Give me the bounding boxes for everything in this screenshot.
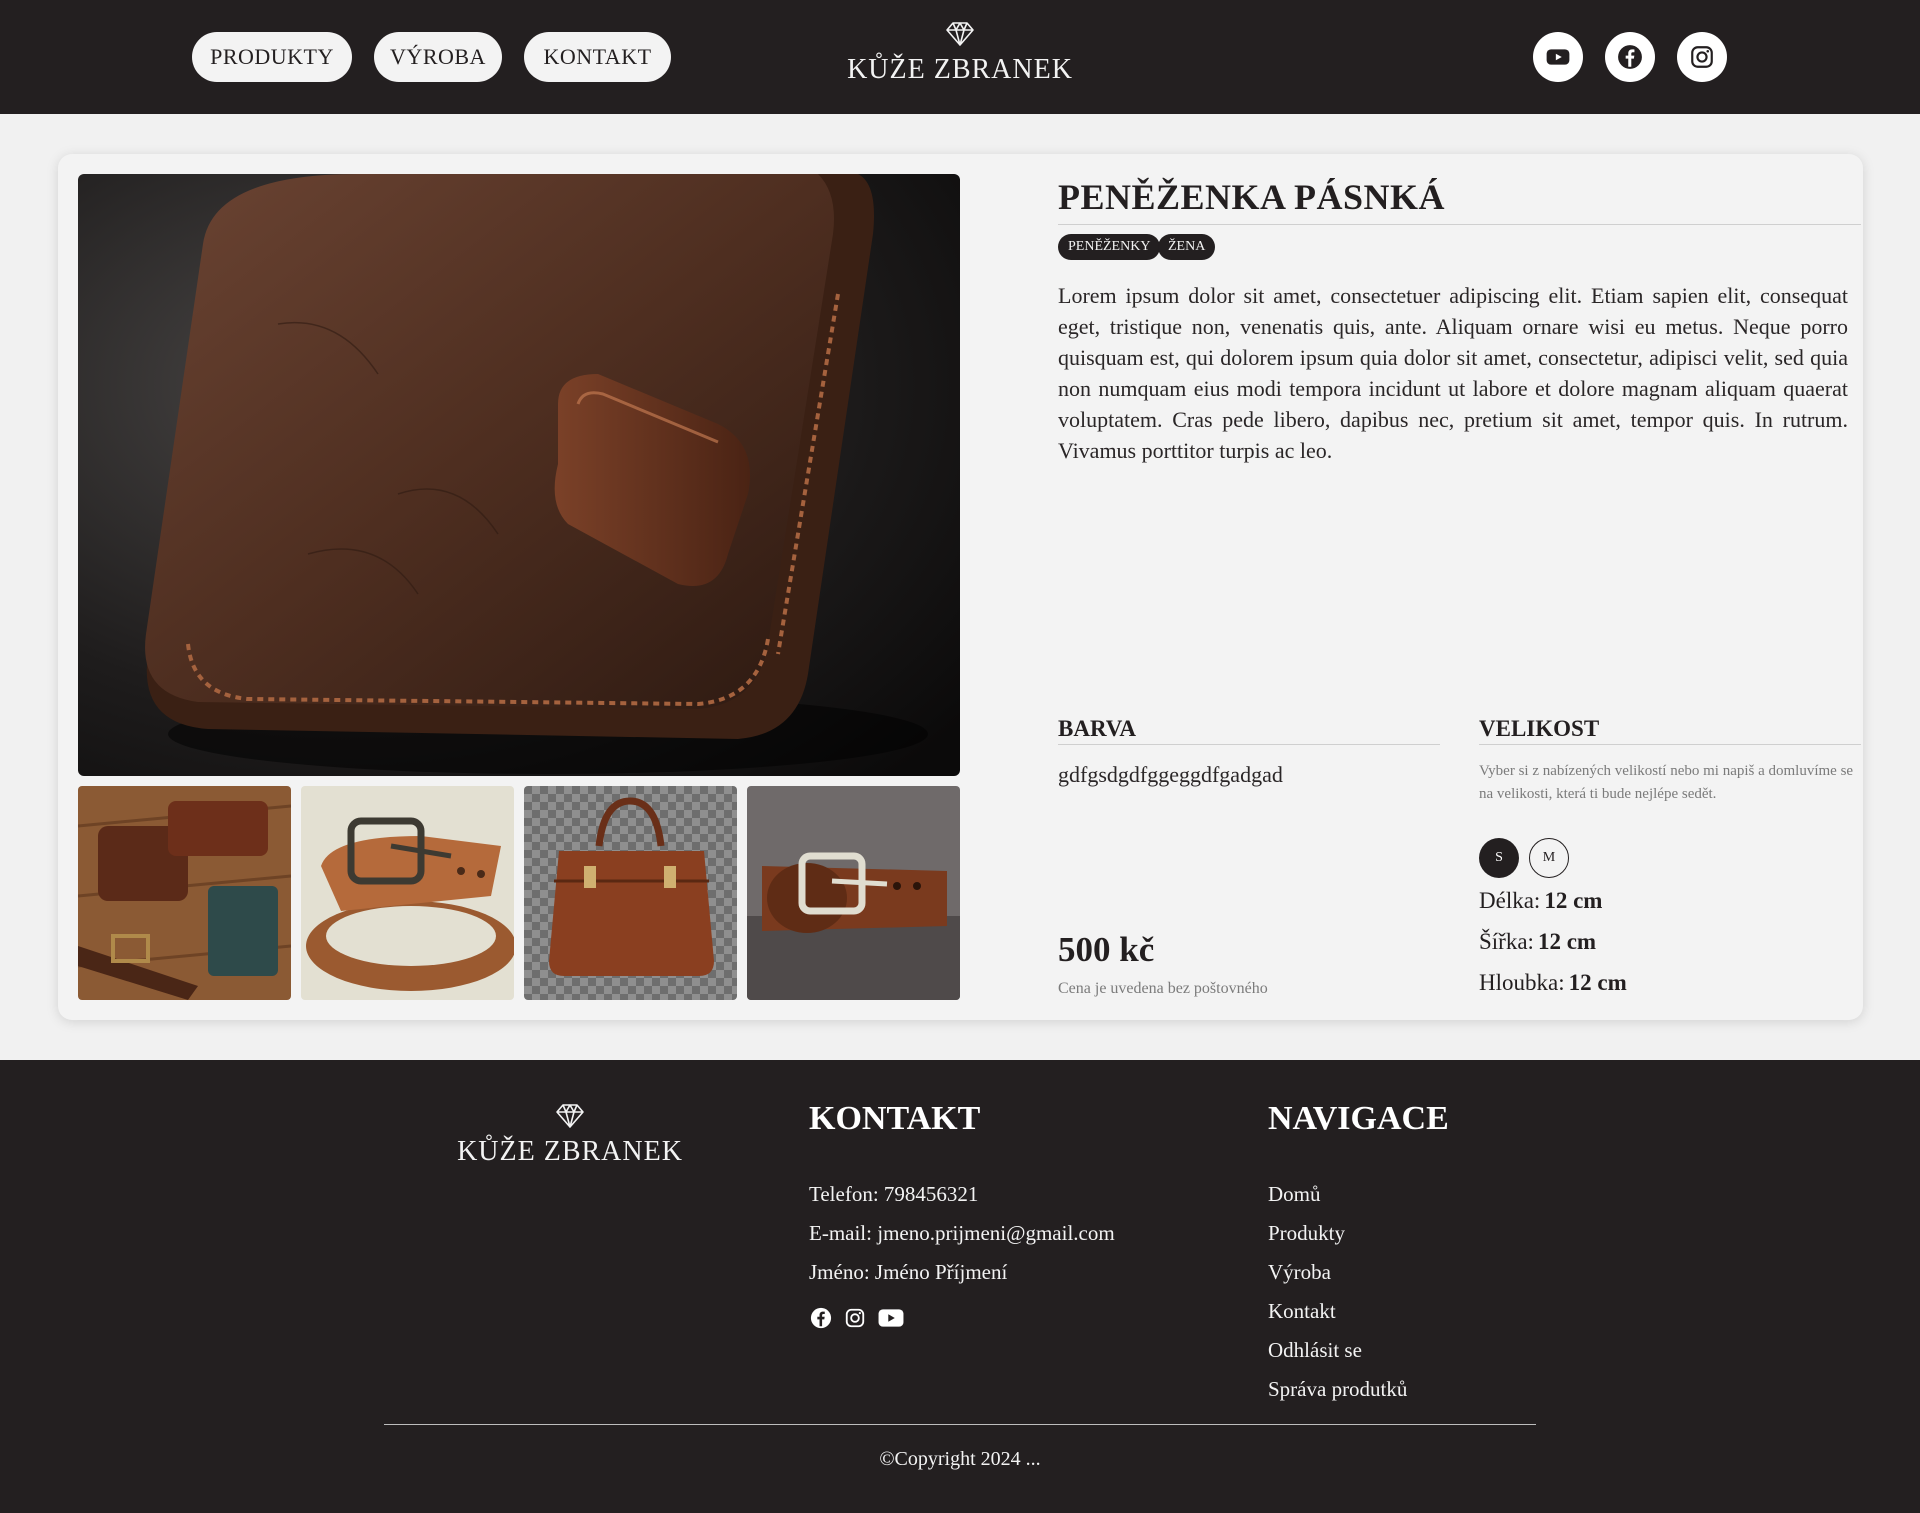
dim-depth: Hloubka: 12 cm [1479, 970, 1627, 996]
copyright: ©Copyright 2024 ... [879, 1448, 1041, 1470]
facebook-icon [1618, 45, 1642, 69]
dim-width: Šířka: 12 cm [1479, 929, 1596, 955]
dim-length: Délka: 12 cm [1479, 888, 1602, 914]
size-option-m[interactable]: M [1529, 838, 1569, 878]
footer-nav-vyroba[interactable]: Výroba [1268, 1260, 1331, 1285]
thumbnail-3[interactable] [524, 786, 737, 1000]
footer-youtube-icon[interactable] [877, 1306, 905, 1330]
thumbnail-4[interactable] [747, 786, 960, 1000]
tag-zena[interactable]: ŽENA [1158, 234, 1216, 260]
contact-email-value[interactable]: jmeno.prijmeni@gmail.com [877, 1221, 1114, 1245]
color-heading: BARVA [1058, 716, 1440, 745]
size-heading: VELIKOST [1479, 716, 1861, 745]
footer-contact-heading: KONTAKT [809, 1100, 981, 1137]
contact-email-label: E-mail: [809, 1221, 872, 1245]
product-description: Lorem ipsum dolor sit amet, consectetuer… [1058, 283, 1848, 463]
contact-name-value: Jméno Příjmení [874, 1260, 1008, 1284]
thumbnail-1[interactable] [78, 786, 291, 1000]
dim-length-label: Délka: [1479, 888, 1541, 913]
site-header: PRODUKTY VÝROBA KONTAKT KŮŽE ZBRANEK [0, 0, 1920, 114]
brand-logo[interactable]: KŮŽE ZBRANEK [840, 18, 1080, 86]
footer-facebook-icon[interactable] [809, 1306, 833, 1330]
brand-name: KŮŽE ZBRANEK [847, 54, 1073, 85]
contact-phone-label: Telefon: [809, 1182, 879, 1206]
footer-instagram-icon[interactable] [843, 1306, 867, 1330]
footer-brand-name: KŮŽE ZBRANEK [457, 1136, 683, 1167]
price-note: Cena je uvedena bez poštovného [1058, 980, 1268, 997]
contact-name-label: Jméno: [809, 1260, 870, 1284]
diamond-icon [946, 22, 974, 46]
product-main-image[interactable] [78, 174, 960, 776]
product-price: 500 kč [1058, 930, 1155, 969]
tag-penezenky[interactable]: PENĚŽENKY [1058, 234, 1161, 260]
diamond-icon [556, 1104, 584, 1128]
contact-name: Jméno: Jméno Příjmení [809, 1260, 1007, 1285]
dim-width-label: Šířka: [1479, 929, 1534, 954]
dim-depth-value: 12 cm [1568, 970, 1627, 995]
youtube-button[interactable] [1533, 32, 1583, 82]
size-hint: Vyber si z nabízených velikostí nebo mi … [1479, 763, 1854, 802]
footer-divider [384, 1424, 1536, 1425]
product-card: PENĚŽENKA PÁSNKÁ PENĚŽENKY ŽENA Lorem ip… [58, 154, 1863, 1020]
footer-nav-kontakt[interactable]: Kontakt [1268, 1299, 1336, 1324]
footer-nav-logout[interactable]: Odhlásit se [1268, 1338, 1362, 1363]
contact-phone: Telefon: 798456321 [809, 1182, 978, 1207]
nav-kontakt[interactable]: KONTAKT [524, 32, 671, 82]
footer-nav-product-admin[interactable]: Správa produtků [1268, 1377, 1407, 1402]
instagram-icon [1691, 46, 1713, 68]
site-footer: KŮŽE ZBRANEK KONTAKT Telefon: 798456321 … [0, 1060, 1920, 1513]
dim-depth-label: Hloubka: [1479, 970, 1565, 995]
dim-width-value: 12 cm [1537, 929, 1597, 954]
footer-brand-logo[interactable]: KŮŽE ZBRANEK [450, 1100, 690, 1168]
footer-nav-heading: NAVIGACE [1268, 1100, 1449, 1137]
contact-phone-value[interactable]: 798456321 [884, 1182, 979, 1206]
facebook-button[interactable] [1605, 32, 1655, 82]
size-option-s[interactable]: S [1479, 838, 1519, 878]
color-value: gdfgsdgdfggeggdfgadgad [1058, 762, 1283, 787]
footer-nav-produkty[interactable]: Produkty [1268, 1221, 1345, 1246]
youtube-icon [1546, 49, 1570, 65]
product-title: PENĚŽENKA PÁSNKÁ [1058, 176, 1861, 225]
dim-length-value: 12 cm [1544, 888, 1603, 913]
nav-produkty[interactable]: PRODUKTY [192, 32, 352, 82]
contact-email: E-mail: jmeno.prijmeni@gmail.com [809, 1221, 1115, 1246]
thumbnail-2[interactable] [301, 786, 514, 1000]
instagram-button[interactable] [1677, 32, 1727, 82]
nav-vyroba[interactable]: VÝROBA [374, 32, 502, 82]
footer-nav-domu[interactable]: Domů [1268, 1182, 1321, 1207]
